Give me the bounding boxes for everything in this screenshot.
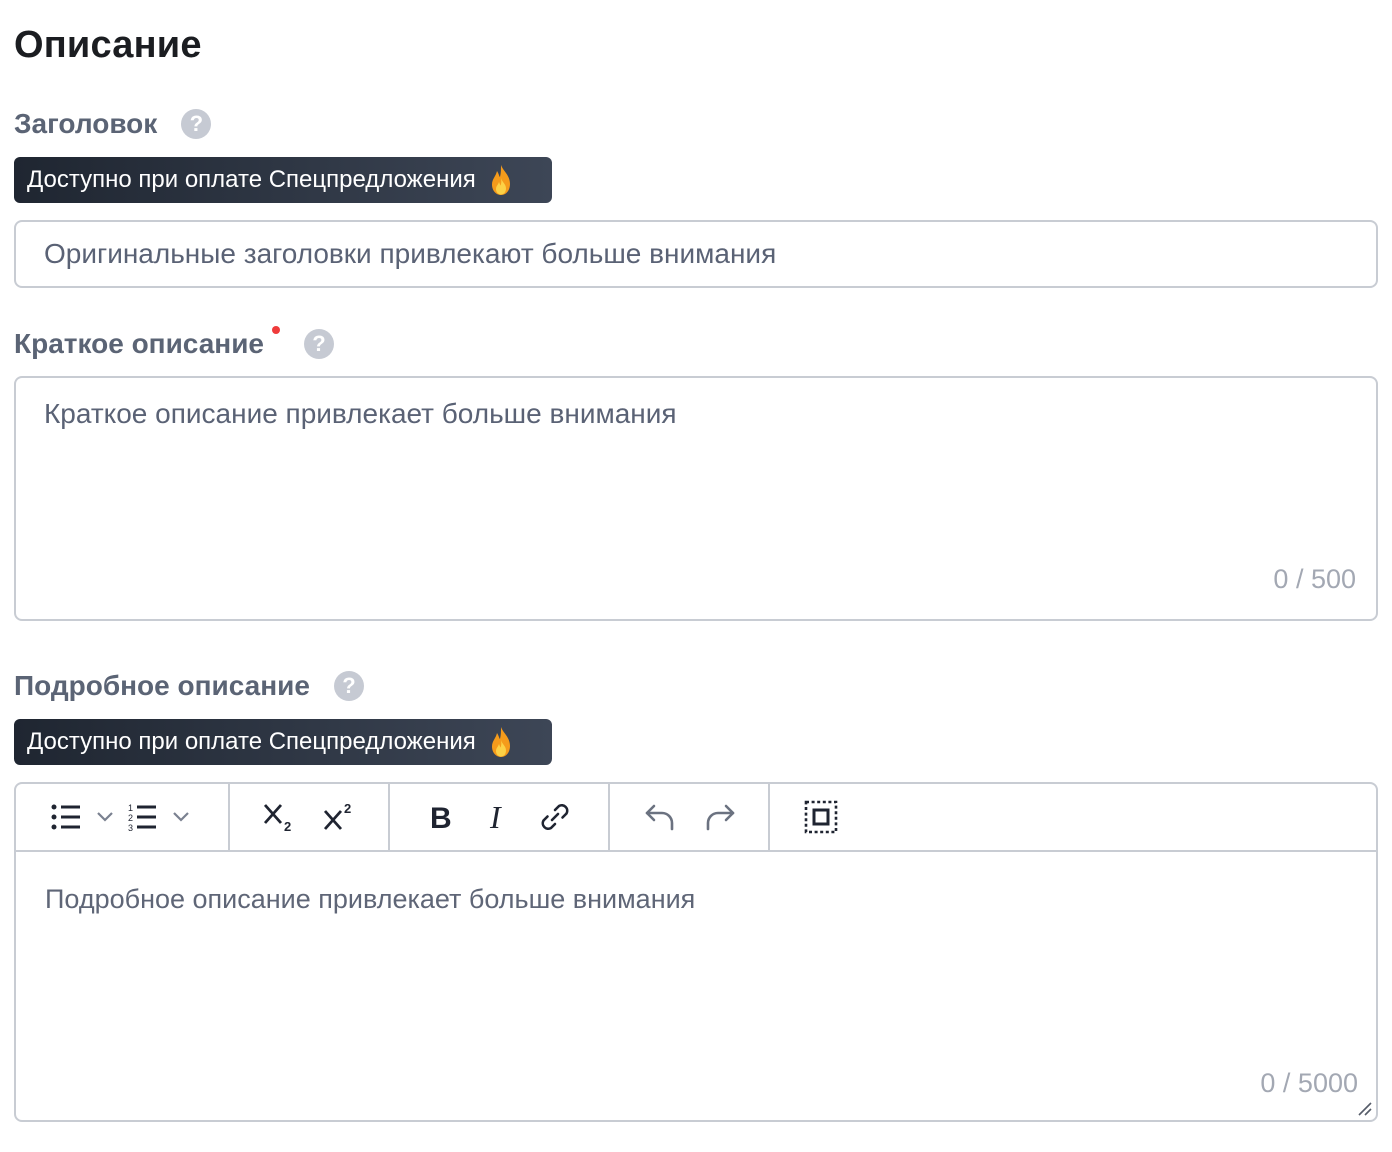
link-button[interactable] (538, 800, 572, 834)
short-description-label-text: Краткое описание (14, 328, 264, 359)
bold-icon: B (430, 802, 452, 833)
bullet-list-button[interactable] (50, 802, 82, 832)
italic-button[interactable]: I (488, 801, 508, 833)
link-icon (541, 804, 569, 830)
subscript-button[interactable]: 2 (262, 801, 298, 833)
short-description-placeholder: Краткое описание привлекает больше внима… (44, 398, 677, 429)
toolbar-group-history (610, 784, 770, 850)
long-description-promo-badge: Доступно при оплате Спецпредложения (14, 719, 552, 765)
headline-input[interactable]: Оригинальные заголовки привлекают больше… (14, 220, 1378, 288)
resize-handle-icon[interactable] (1356, 1100, 1372, 1116)
chevron-down-icon (97, 812, 113, 822)
long-description-counter: 0 / 5000 (1260, 1068, 1358, 1098)
select-all-button[interactable] (804, 800, 838, 834)
toolbar-group-select (770, 784, 838, 850)
section-title: Описание (14, 24, 202, 66)
undo-icon (645, 804, 674, 831)
redo-button[interactable] (704, 802, 736, 832)
headline-placeholder: Оригинальные заголовки привлекают больше… (44, 238, 777, 269)
required-indicator (272, 326, 280, 334)
fire-icon (491, 727, 510, 757)
bold-button[interactable]: B (428, 801, 454, 833)
numbered-list-icon: 1 2 3 (128, 803, 156, 832)
superscript-icon: 2 (323, 801, 351, 830)
fire-icon (491, 165, 510, 195)
short-description-textarea[interactable]: Краткое описание привлекает больше внима… (14, 376, 1378, 621)
numbered-list-button[interactable]: 1 2 3 (128, 802, 158, 832)
toolbar-group-script: 2 2 (230, 784, 390, 850)
headline-label: Заголовок ? (14, 106, 212, 142)
bullet-list-dropdown[interactable] (96, 811, 114, 823)
svg-text:3: 3 (128, 823, 133, 832)
numbered-list-dropdown[interactable] (172, 811, 190, 823)
long-description-placeholder[interactable]: Подробное описание привлекает больше вни… (45, 884, 695, 915)
svg-text:I: I (489, 801, 502, 833)
superscript-button[interactable]: 2 (322, 801, 358, 833)
svg-text:1: 1 (128, 803, 133, 813)
chevron-down-icon (173, 812, 189, 822)
editor-toolbar: 1 2 3 2 2 B I (16, 784, 1376, 852)
svg-text:B: B (430, 802, 452, 833)
headline-label-text: Заголовок (14, 108, 158, 139)
short-description-label: Краткое описание ? (14, 326, 334, 362)
long-description-promo-text: Доступно при оплате Спецпредложения (27, 728, 476, 755)
long-description-editor: 1 2 3 2 2 B I Подробное описание привлек… (14, 782, 1378, 1122)
undo-button[interactable] (644, 802, 676, 832)
italic-icon: I (489, 801, 502, 833)
redo-icon (706, 804, 735, 831)
svg-text:2: 2 (344, 801, 351, 816)
toolbar-group-lists: 1 2 3 (16, 784, 230, 850)
toolbar-group-format: B I (390, 784, 610, 850)
svg-text:2: 2 (128, 813, 133, 823)
select-all-icon (804, 800, 838, 834)
headline-help-icon[interactable]: ? (181, 109, 212, 139)
headline-promo-text: Доступно при оплате Спецпредложения (27, 166, 476, 193)
long-description-help-icon[interactable]: ? (333, 671, 364, 701)
short-description-help-icon[interactable]: ? (304, 329, 334, 359)
short-description-counter: 0 / 500 (1273, 564, 1356, 594)
subscript-icon: 2 (263, 804, 291, 833)
long-description-label-text: Подробное описание (14, 670, 310, 701)
headline-promo-badge: Доступно при оплате Спецпредложения (14, 157, 552, 203)
bullet-list-icon (51, 804, 80, 830)
svg-text:2: 2 (284, 819, 291, 833)
long-description-label: Подробное описание ? (14, 668, 364, 704)
